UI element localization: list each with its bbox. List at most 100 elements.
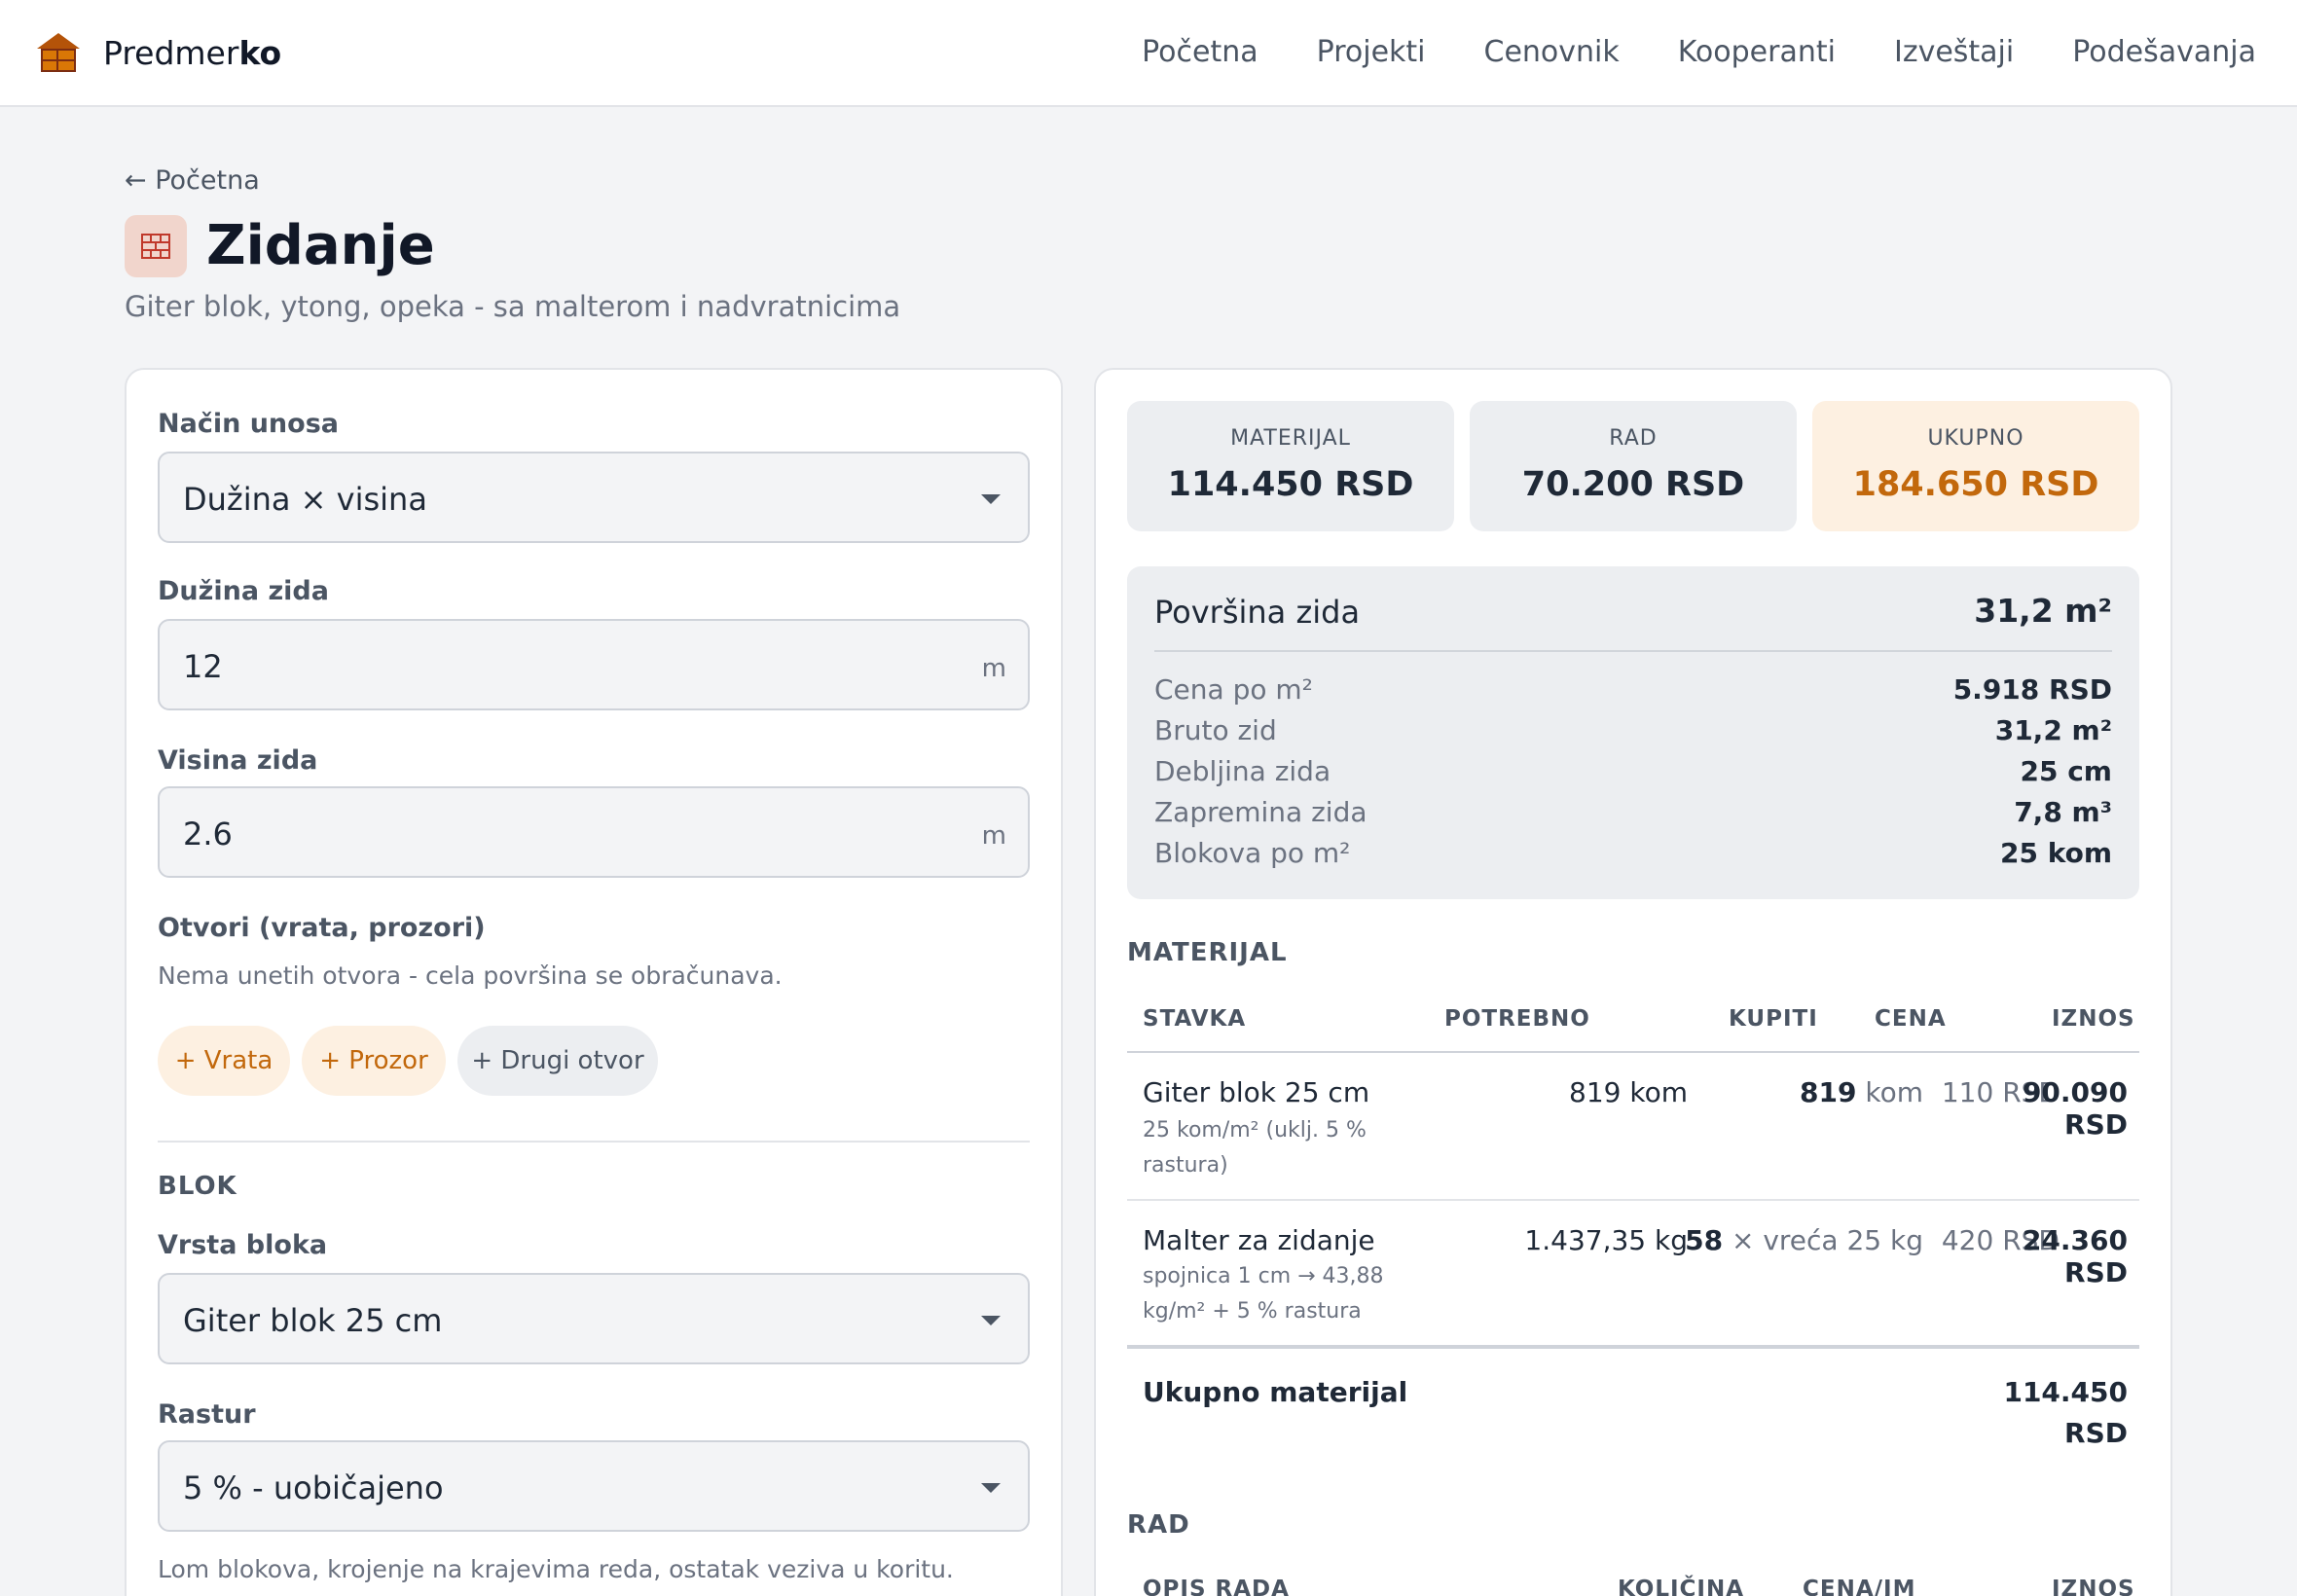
nav-item-projekti[interactable]: Projekti <box>1317 35 1426 69</box>
stat-value: 184.650 RSD <box>1852 465 2099 504</box>
summary-key: Blokova po m² <box>1154 837 1351 869</box>
wall-area-value: 31,2 m² <box>1974 592 2112 630</box>
add-door-button[interactable]: + Vrata <box>158 1026 290 1096</box>
block-type-value: Giter blok 25 cm <box>183 1302 443 1339</box>
wall-summary: Površina zida 31,2 m² Cena po m² 5.918 R… <box>1127 566 2139 899</box>
wall-length-label: Dužina zida <box>158 576 329 606</box>
page-title: Zidanje <box>206 214 435 277</box>
col-header-work: OPIS RADA <box>1143 1577 1290 1596</box>
brand[interactable]: Predmerko <box>37 33 281 72</box>
nav-item-cenovnik[interactable]: Cenovnik <box>1484 35 1620 69</box>
summary-row: Debljina zida 25 cm <box>1154 755 2112 794</box>
col-header-item: STAVKA <box>1143 1006 1247 1032</box>
item-amount: 24.360 RSD <box>2022 1224 2128 1288</box>
material-section-title: MATERIJAL <box>1127 938 1288 967</box>
summary-key: Debljina zida <box>1154 755 1331 787</box>
summary-value: 5.918 RSD <box>1952 673 2112 706</box>
material-total-label: Ukupno materijal <box>1143 1376 1408 1408</box>
labor-total-stat: RAD 70.200 RSD <box>1470 401 1797 531</box>
col-header-price: CENA <box>1875 1006 1947 1032</box>
input-mode-label: Način unosa <box>158 409 339 439</box>
chevron-down-icon <box>981 494 1001 504</box>
summary-row: Cena po m² 5.918 RSD <box>1154 673 2112 712</box>
summary-value: 25 kom <box>2000 837 2112 869</box>
wall-height-label: Visina zida <box>158 745 318 776</box>
summary-row: Bruto zid 31,2 m² <box>1154 714 2112 753</box>
summary-key: Cena po m² <box>1154 673 1313 706</box>
results-card: MATERIJAL 114.450 RSD RAD 70.200 RSD UKU… <box>1094 368 2172 1596</box>
waste-label: Rastur <box>158 1399 256 1430</box>
page-subtitle: Giter blok, ytong, opeka - sa malterom i… <box>125 290 901 323</box>
grand-total-stat: UKUPNO 184.650 RSD <box>1812 401 2139 531</box>
nav-item-kooperanti[interactable]: Kooperanti <box>1678 35 1836 69</box>
wall-height-input[interactable]: 2.6 m <box>158 786 1030 878</box>
wall-length-input[interactable]: 12 m <box>158 619 1030 710</box>
main-nav: Početna Projekti Cenovnik Kooperanti Izv… <box>1142 35 2256 69</box>
summary-row: Zapremina zida 7,8 m³ <box>1154 796 2112 835</box>
add-other-opening-button[interactable]: + Drugi otvor <box>457 1026 658 1096</box>
stat-label: RAD <box>1609 426 1658 451</box>
summary-divider <box>1154 650 2112 652</box>
stat-label: MATERIJAL <box>1230 426 1351 451</box>
house-logo-icon <box>37 33 80 72</box>
top-navbar: Predmerko Početna Projekti Cenovnik Koop… <box>0 0 2297 107</box>
col-header-amount: IZNOS <box>2052 1577 2135 1596</box>
material-total-value-line1: 114.450 <box>2003 1376 2128 1408</box>
chevron-down-icon <box>981 1483 1001 1493</box>
col-header-unit-price: CENA/JM <box>1803 1577 1916 1596</box>
item-name: Giter blok 25 cm <box>1143 1076 1370 1108</box>
input-mode-value: Dužina × visina <box>183 481 427 518</box>
input-form-card: Način unosa Dužina × visina Dužina zida … <box>125 368 1063 1596</box>
wall-length-value: 12 <box>183 648 223 685</box>
row-divider <box>1127 1199 2139 1201</box>
nav-item-podesavanja[interactable]: Podešavanja <box>2072 35 2256 69</box>
item-name: Malter za zidanje <box>1143 1224 1375 1256</box>
item-note: 25 kom/m² (uklj. 5 % rastura) <box>1143 1118 1367 1178</box>
item-note: spojnica 1 cm → 43,88 kg/m² + 5 % rastur… <box>1143 1264 1384 1324</box>
stat-label: UKUPNO <box>1927 426 2024 451</box>
total-divider <box>1127 1345 2139 1349</box>
material-total-value-line2: RSD <box>2064 1417 2128 1449</box>
summary-value: 25 cm <box>2020 755 2113 787</box>
item-needed: 819 kom <box>1569 1076 1688 1108</box>
summary-row: Blokova po m² 25 kom <box>1154 837 2112 876</box>
col-header-buy: KUPITI <box>1729 1006 1818 1032</box>
stat-value: 114.450 RSD <box>1167 465 1414 504</box>
nav-item-pocetna[interactable]: Početna <box>1142 35 1258 69</box>
openings-label: Otvori (vrata, prozori) <box>158 913 486 943</box>
labor-section-title: RAD <box>1127 1510 1190 1540</box>
section-divider <box>158 1141 1030 1143</box>
block-type-select[interactable]: Giter blok 25 cm <box>158 1273 1030 1364</box>
nav-item-izvestaji[interactable]: Izveštaji <box>1894 35 2014 69</box>
col-header-amount: IZNOS <box>2052 1006 2135 1032</box>
wall-length-unit: m <box>981 654 1006 683</box>
summary-value: 31,2 m² <box>1994 714 2112 746</box>
summary-key: Zapremina zida <box>1154 796 1367 828</box>
stat-value: 70.200 RSD <box>1521 465 1745 504</box>
wall-height-unit: m <box>981 821 1006 851</box>
waste-value: 5 % - uobičajeno <box>183 1469 444 1506</box>
item-amount: 90.090 RSD <box>2022 1076 2128 1141</box>
block-section-title: BLOK <box>158 1172 237 1201</box>
summary-value: 7,8 m³ <box>2014 796 2112 828</box>
input-mode-select[interactable]: Dužina × visina <box>158 452 1030 543</box>
brand-name: Predmerko <box>103 33 282 72</box>
material-total-stat: MATERIJAL 114.450 RSD <box>1127 401 1454 531</box>
brick-icon <box>125 214 187 277</box>
waste-select[interactable]: 5 % - uobičajeno <box>158 1440 1030 1532</box>
item-buy: 819 kom <box>1800 1076 1923 1108</box>
summary-key: Bruto zid <box>1154 714 1277 746</box>
item-buy: 58 × vreća 25 kg <box>1685 1224 1923 1256</box>
wall-area-label: Površina zida <box>1154 594 1361 631</box>
block-type-label: Vrsta bloka <box>158 1230 328 1260</box>
col-header-qty: KOLIČINA <box>1618 1577 1745 1596</box>
waste-note: Lom blokova, krojenje na krajevima reda,… <box>158 1555 954 1583</box>
openings-empty-note: Nema unetih otvora - cela površina se ob… <box>158 961 783 990</box>
table-header-line <box>1127 1051 2139 1053</box>
wall-height-value: 2.6 <box>183 816 233 852</box>
back-link[interactable]: ← Početna <box>125 165 260 196</box>
item-needed: 1.437,35 kg <box>1524 1224 1688 1256</box>
add-window-button[interactable]: + Prozor <box>302 1026 446 1096</box>
title-row: Zidanje <box>125 214 435 277</box>
col-header-needed: POTREBNO <box>1444 1006 1590 1032</box>
